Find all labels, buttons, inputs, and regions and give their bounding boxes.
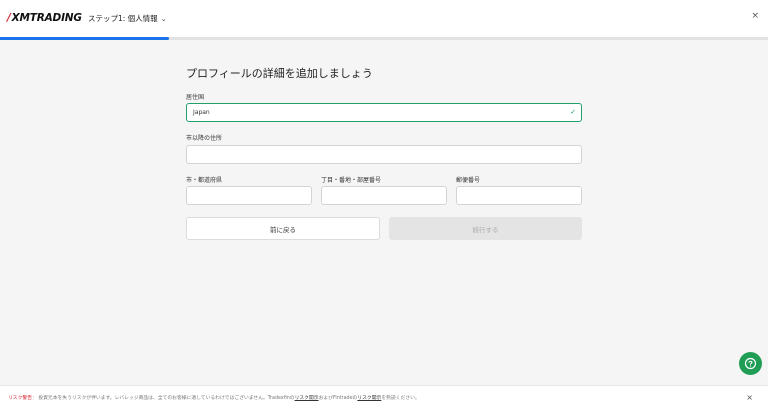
postal-label: 郵便番号	[456, 177, 481, 184]
back-button[interactable]: 前に戻る	[186, 217, 380, 240]
close-icon[interactable]: ×	[751, 11, 759, 21]
continue-button[interactable]: 続行する	[389, 217, 582, 240]
progress-bar	[0, 37, 768, 40]
block-label: 丁目・番地・部屋番号	[321, 177, 382, 184]
residence-field[interactable]: Japan ✓	[186, 103, 582, 122]
residence-label: 居住国	[186, 94, 205, 101]
risk-warning-text: リスク警告： 投資元本を失うリスクが伴います。レバレッジ商品は、全てのお客様に適…	[8, 394, 420, 401]
close-banner-icon[interactable]: ×	[746, 393, 753, 402]
risk-text-2: およびFintradeの	[318, 396, 358, 401]
risk-link-tradexfin[interactable]: リスク開示	[295, 396, 319, 401]
risk-warning-bar: リスク警告： 投資元本を失うリスクが伴います。レバレッジ商品は、全てのお客様に適…	[0, 385, 768, 412]
address-label: 市以降の住所	[186, 135, 223, 142]
step-label: ステップ1: 個人情報	[88, 14, 158, 23]
top-bar: /XMTRADING ステップ1: 個人情報 ⌄ ×	[0, 0, 768, 37]
chat-help-icon[interactable]	[739, 352, 762, 375]
logo-text: XMTRADING	[11, 12, 82, 24]
risk-warning-label: リスク警告	[8, 396, 32, 401]
step-dropdown[interactable]: ステップ1: 個人情報 ⌄	[88, 13, 167, 24]
progress-bar-fill	[0, 37, 169, 40]
postal-field[interactable]	[456, 186, 582, 205]
risk-text-3: を熟読ください。	[381, 396, 420, 401]
city-label: 市・都道府県	[186, 177, 223, 184]
city-field[interactable]	[186, 186, 312, 205]
checkmark-icon: ✓	[570, 108, 576, 116]
page-title: プロフィールの詳細を追加しましょう	[186, 67, 373, 80]
block-field[interactable]	[321, 186, 447, 205]
address-field[interactable]	[186, 145, 582, 164]
chevron-down-icon: ⌄	[160, 14, 167, 23]
risk-link-fintrade[interactable]: リスク開示	[357, 396, 381, 401]
risk-text-1: ： 投資元本を失うリスクが伴います。レバレッジ商品は、全てのお客様に適しているわ…	[32, 396, 295, 401]
logo-slash: /	[7, 12, 11, 24]
xmtrading-logo[interactable]: /XMTRADING	[7, 12, 82, 24]
residence-value: Japan	[193, 109, 210, 116]
